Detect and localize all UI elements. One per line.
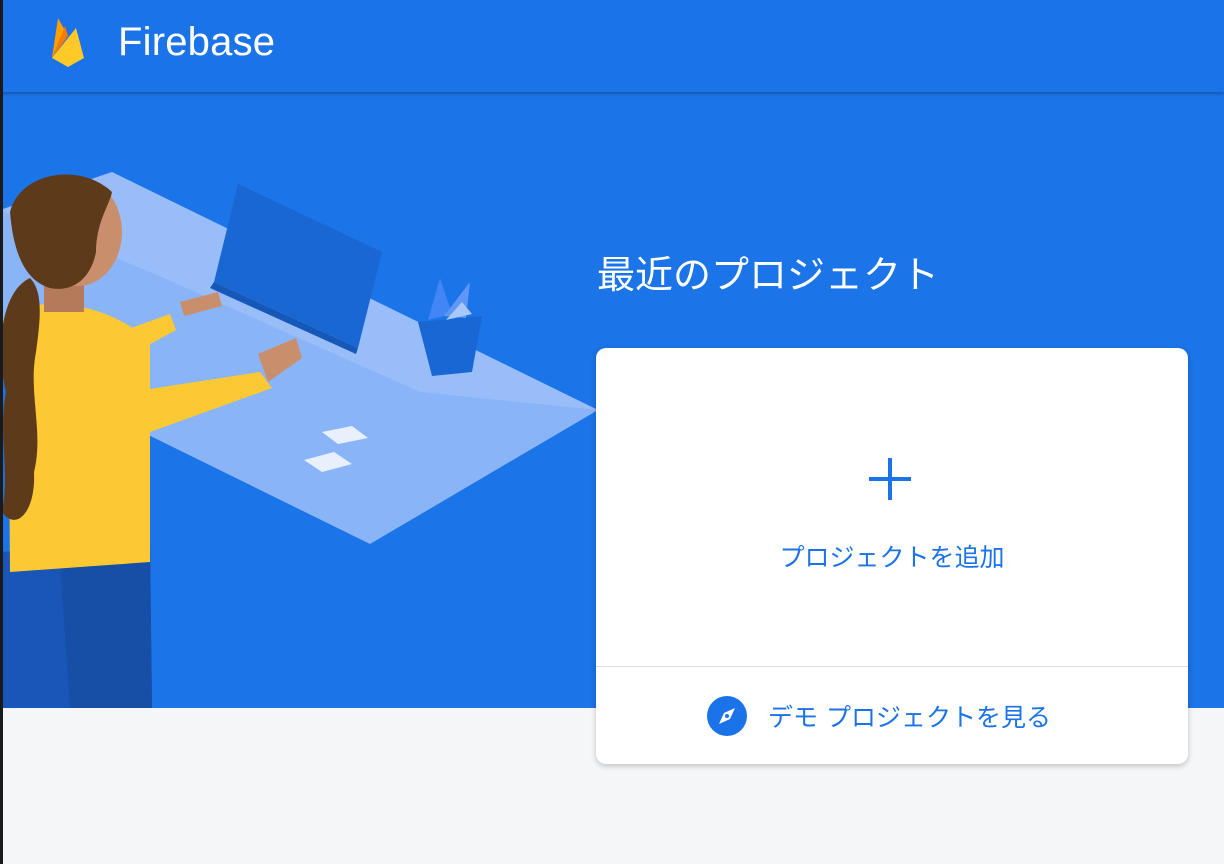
demo-project-label: デモ プロジェクトを見る xyxy=(768,703,1051,732)
firebase-flame-icon[interactable] xyxy=(48,14,88,68)
add-project-label: プロジェクトを追加 xyxy=(779,543,1005,572)
window-edge xyxy=(0,0,3,864)
view-demo-project-link[interactable]: デモ プロジェクトを見る xyxy=(596,667,1188,764)
recent-projects-title: 最近のプロジェクト xyxy=(597,253,940,297)
brand-name[interactable]: Firebase xyxy=(118,20,275,65)
add-project-button[interactable]: プロジェクトを追加 xyxy=(596,348,1188,666)
woman-working-at-desk-illustration xyxy=(0,172,598,708)
plus-icon xyxy=(869,458,911,500)
app-bar: Firebase xyxy=(0,0,1224,92)
projects-card: プロジェクトを追加 デモ プロジェクトを見る xyxy=(596,348,1188,764)
compass-icon xyxy=(707,696,747,736)
